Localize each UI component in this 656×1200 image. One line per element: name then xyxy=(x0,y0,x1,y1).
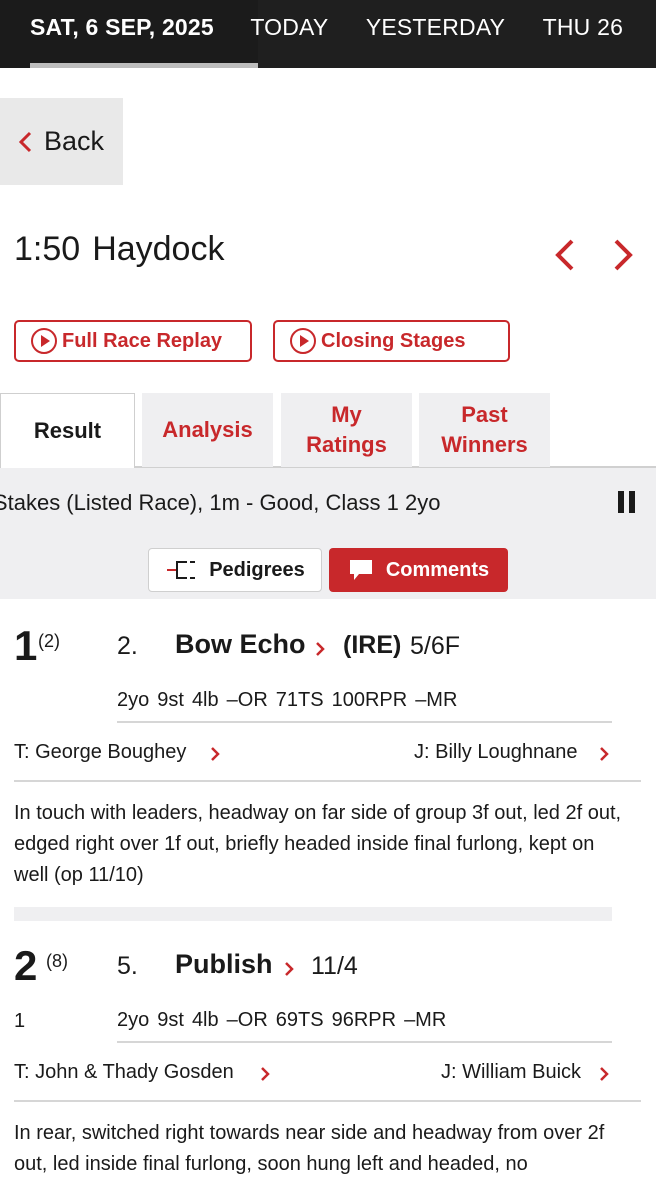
stat-weight-st: 9st xyxy=(157,1009,184,1031)
beaten-distance: 1 xyxy=(14,1010,26,1032)
chevron-right-icon xyxy=(261,1067,270,1081)
race-comment: In touch with leaders, headway on far si… xyxy=(14,802,622,886)
race-time: 1:50 xyxy=(14,230,81,268)
comments-button[interactable]: Comments xyxy=(329,548,508,592)
runner-stats: 2yo 9st 4lb –OR 71TS 100RPR –MR xyxy=(117,689,465,712)
pause-icon[interactable] xyxy=(617,490,637,514)
date-nav-bar: SAT, 6 SEP, 2025 TODAY YESTERDAY THU 26 … xyxy=(0,0,656,68)
chevron-left-icon xyxy=(18,131,32,152)
comment-icon xyxy=(349,560,372,580)
divider xyxy=(14,1100,641,1102)
date-yesterday[interactable]: YESTERDAY xyxy=(366,14,505,41)
runner-separator xyxy=(14,907,612,921)
tab-my-ratings[interactable]: My Ratings xyxy=(281,393,412,467)
horse-name-link[interactable]: Publish xyxy=(175,949,273,980)
draw-number: (8) xyxy=(46,951,68,971)
stat-mr: –MR xyxy=(404,1009,447,1031)
stat-weight-lb: 4lb xyxy=(191,1009,219,1031)
divider xyxy=(14,780,641,782)
race-tabs: Result Analysis My Ratings Past Winners xyxy=(0,393,656,468)
chevron-right-icon xyxy=(600,747,609,761)
race-title: 1:50 Haydock xyxy=(14,230,224,269)
divider xyxy=(117,721,612,723)
pedigrees-button[interactable]: Pedigrees xyxy=(148,548,322,592)
chevron-right-icon xyxy=(600,1067,609,1081)
stat-ts: 69TS xyxy=(275,1009,324,1031)
starting-price: 5/6F xyxy=(410,632,461,660)
date-thu-26[interactable]: THU 26 xyxy=(543,14,623,41)
race-course: Haydock xyxy=(92,230,225,268)
trainer-link[interactable]: T: George Boughey xyxy=(14,741,186,764)
tab-analysis[interactable]: Analysis xyxy=(142,393,273,467)
finish-position: 1 xyxy=(14,622,38,669)
tab-result[interactable]: Result xyxy=(0,393,135,468)
next-race-chevron-icon[interactable] xyxy=(608,236,638,274)
date-selected[interactable]: SAT, 6 SEP, 2025 xyxy=(30,14,214,41)
closing-stages-label: Closing Stages xyxy=(321,329,466,352)
starting-price: 11/4 xyxy=(311,952,358,980)
jockey-link[interactable]: J: William Buick xyxy=(441,1061,581,1084)
race-comment: In rear, switched right towards near sid… xyxy=(14,1122,605,1175)
comments-label: Comments xyxy=(385,558,490,581)
race-info-ticker: dant Stakes (Listed Race), 1m - Good, Cl… xyxy=(0,490,441,515)
saddle-cloth-number: 5. xyxy=(117,952,138,980)
stat-rpr: 96RPR xyxy=(331,1009,397,1031)
trainer-name: T: George Boughey xyxy=(14,741,187,763)
pedigree-icon xyxy=(167,561,196,579)
date-selected-indicator xyxy=(30,63,258,68)
finish-position: 2 xyxy=(14,942,38,989)
back-button[interactable]: Back xyxy=(0,98,123,185)
tab-past-winners[interactable]: Past Winners xyxy=(419,393,550,467)
stat-or: –OR xyxy=(226,689,268,711)
stat-weight-lb: 4lb xyxy=(191,689,219,711)
play-circle-icon xyxy=(290,328,316,354)
previous-race-chevron-icon[interactable] xyxy=(550,236,580,274)
chevron-right-icon xyxy=(316,642,325,656)
date-today[interactable]: TODAY xyxy=(250,14,328,41)
stat-or: –OR xyxy=(226,1009,268,1031)
pedigrees-label: Pedigrees xyxy=(209,558,305,581)
stat-ts: 71TS xyxy=(275,689,324,711)
full-race-replay-button[interactable]: Full Race Replay xyxy=(14,320,252,362)
full-race-replay-label: Full Race Replay xyxy=(62,329,223,352)
back-label: Back xyxy=(44,126,105,156)
horse-name-link[interactable]: Bow Echo xyxy=(175,629,306,660)
stat-rpr: 100RPR xyxy=(331,689,408,711)
trainer-name: T: John & Thady Gosden xyxy=(14,1061,234,1083)
play-circle-icon xyxy=(31,328,57,354)
stat-mr: –MR xyxy=(415,689,458,711)
divider xyxy=(117,1041,612,1043)
chevron-right-icon xyxy=(211,747,220,761)
horse-country-suffix: (IRE) xyxy=(343,631,402,659)
jockey-name: J: Billy Loughnane xyxy=(414,741,578,763)
chevron-right-icon xyxy=(285,962,294,976)
stat-age: 2yo xyxy=(117,689,150,711)
draw-number: (2) xyxy=(38,631,60,651)
stat-weight-st: 9st xyxy=(157,689,184,711)
jockey-name: J: William Buick xyxy=(441,1061,582,1083)
stat-age: 2yo xyxy=(117,1009,150,1031)
saddle-cloth-number: 2. xyxy=(117,632,138,660)
runner-stats: 2yo 9st 4lb –OR 69TS 96RPR –MR xyxy=(117,1009,454,1032)
closing-stages-button[interactable]: Closing Stages xyxy=(273,320,510,362)
jockey-link[interactable]: J: Billy Loughnane xyxy=(414,741,577,764)
race-info-bar: dant Stakes (Listed Race), 1m - Good, Cl… xyxy=(0,468,656,599)
trainer-link[interactable]: T: John & Thady Gosden xyxy=(14,1061,234,1084)
date-list: SAT, 6 SEP, 2025 TODAY YESTERDAY THU 26 … xyxy=(30,14,656,41)
